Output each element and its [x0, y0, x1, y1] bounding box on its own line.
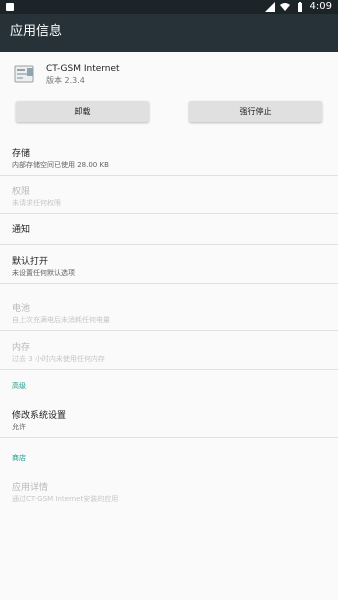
- open-by-default-title: 默认打开: [12, 257, 49, 267]
- battery-row: 电池 自上次充满电后未消耗任何电量: [0, 293, 338, 331]
- uninstall-button[interactable]: 卸载: [16, 101, 149, 122]
- app-info-content: CT-GSM Internet 版本 2.3.4 卸载 强行停止 存储 内部存储…: [0, 52, 338, 600]
- app-bar: 应用信息: [0, 14, 338, 52]
- permissions-row: 权限 未请求任何权限: [0, 176, 338, 214]
- app-name: CT-GSM Internet: [46, 64, 120, 74]
- storage-title: 存储: [12, 149, 31, 159]
- notifications-row[interactable]: 通知: [0, 214, 338, 245]
- status-time: 4:09: [309, 1, 332, 12]
- battery-subtitle: 自上次充满电后未消耗任何电量: [12, 316, 110, 324]
- open-by-default-row[interactable]: 默认打开 未设置任何默认选项: [0, 246, 338, 284]
- store-section-header: 商店: [12, 454, 26, 462]
- open-by-default-subtitle: 未设置任何默认选项: [12, 269, 75, 277]
- storage-subtitle: 内部存储空间已使用 28.00 KB: [12, 161, 109, 169]
- permissions-title: 权限: [12, 187, 31, 197]
- app-header: CT-GSM Internet 版本 2.3.4: [0, 52, 338, 92]
- notification-icon: [6, 3, 14, 11]
- modify-system-settings-row[interactable]: 修改系统设置 允许: [0, 400, 338, 438]
- force-stop-button[interactable]: 强行停止: [189, 101, 322, 122]
- modify-system-settings-subtitle: 允许: [12, 423, 26, 431]
- modify-system-settings-title: 修改系统设置: [12, 411, 67, 421]
- status-icons: 4:09: [264, 0, 332, 14]
- storage-row[interactable]: 存储 内部存储空间已使用 28.00 KB: [0, 138, 338, 176]
- memory-row: 内存 过去 3 小时内未使用任何内存: [0, 332, 338, 370]
- app-icon: [14, 65, 34, 83]
- app-version: 版本 2.3.4: [46, 76, 85, 85]
- memory-subtitle: 过去 3 小时内未使用任何内存: [12, 355, 105, 363]
- memory-title: 内存: [12, 343, 31, 353]
- app-details-subtitle: 通过CT-GSM Internet安装的应用: [12, 495, 119, 503]
- app-details-row: 应用详情 通过CT-GSM Internet安装的应用: [0, 472, 338, 510]
- app-details-title: 应用详情: [12, 483, 49, 493]
- advanced-section-header: 高级: [12, 382, 26, 390]
- page-title: 应用信息: [10, 24, 63, 39]
- battery-icon: [297, 2, 302, 12]
- wifi-icon: [279, 3, 290, 11]
- signal-icon: [264, 2, 275, 12]
- permissions-subtitle: 未请求任何权限: [12, 199, 61, 207]
- battery-title: 电池: [12, 304, 31, 314]
- status-bar: 4:09: [0, 0, 338, 14]
- notifications-title: 通知: [12, 225, 31, 235]
